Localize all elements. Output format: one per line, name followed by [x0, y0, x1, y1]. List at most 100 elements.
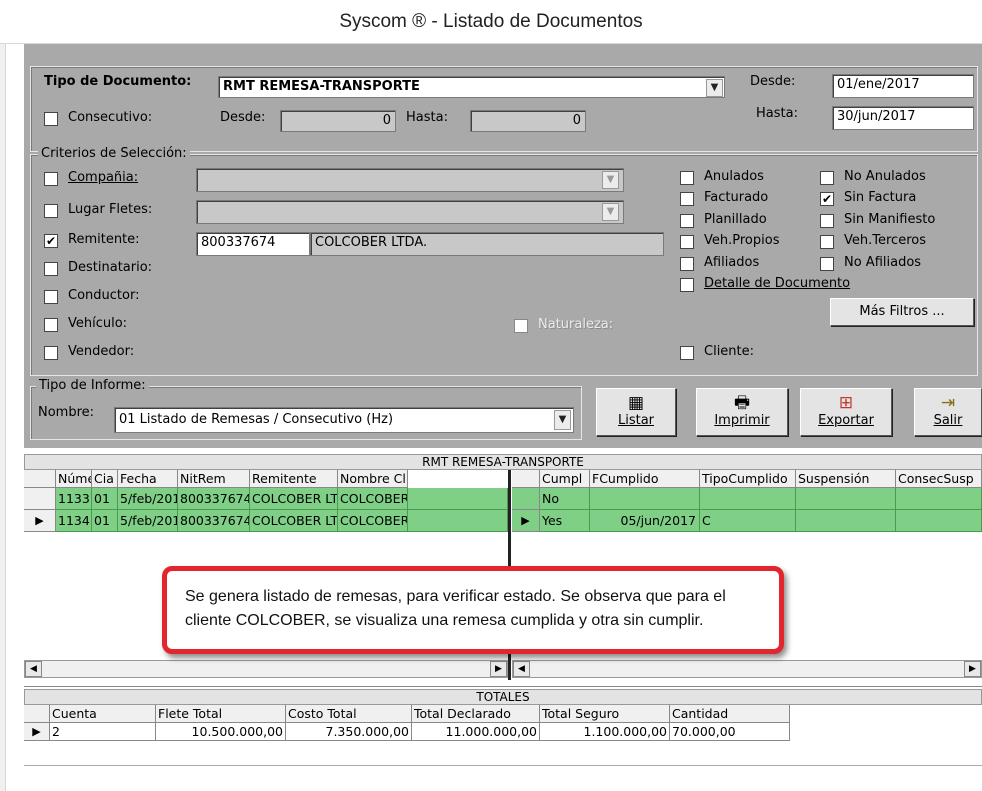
consecutive-from-input[interactable]: 0 — [280, 110, 396, 132]
col-header-tipocumplido[interactable]: TipoCumplido — [700, 470, 796, 488]
table-cell[interactable] — [590, 488, 700, 510]
window-title: Syscom ® - Listado de Documentos — [0, 0, 982, 44]
planillado-checkbox[interactable] — [680, 214, 694, 228]
planillado-label: Planillado — [704, 212, 767, 227]
col-header-cia[interactable]: Cia — [92, 470, 118, 488]
col-header-suspension[interactable]: Suspensión — [796, 470, 896, 488]
report-name-dropdown-icon[interactable]: ▼ — [554, 410, 571, 430]
col-header-consecsusp[interactable]: ConsecSusp — [896, 470, 982, 488]
row-selector[interactable]: ▶ — [24, 510, 56, 532]
vendedor-checkbox[interactable] — [44, 346, 58, 360]
compania-checkbox[interactable] — [44, 172, 58, 186]
col-header-fcumplido[interactable]: FCumplido — [590, 470, 700, 488]
exportar-button[interactable]: ⊞ Exportar — [800, 388, 892, 436]
no-anulados-checkbox[interactable] — [820, 171, 834, 185]
conductor-checkbox[interactable] — [44, 290, 58, 304]
right-row-selector[interactable]: ▶ — [512, 510, 540, 532]
table-cell[interactable] — [700, 488, 796, 510]
totals-header-total-seguro[interactable]: Total Seguro — [540, 705, 670, 723]
table-cell[interactable]: 01 — [92, 510, 118, 532]
naturaleza-checkbox[interactable] — [514, 319, 528, 333]
totals-header-flete-total[interactable]: Flete Total — [156, 705, 286, 723]
facturado-checkbox[interactable] — [680, 192, 694, 206]
totals-cell-cuenta[interactable]: 2 — [50, 723, 156, 741]
totals-cell-total-seguro[interactable]: 1.100.000,00 — [540, 723, 670, 741]
imprimir-button[interactable]: 🖶 Imprimir — [696, 388, 788, 436]
totals-cell-total-declarado[interactable]: 11.000.000,00 — [412, 723, 540, 741]
totals-row-selector[interactable]: ▶ — [24, 723, 50, 741]
col-header-fecha[interactable]: Fecha — [118, 470, 178, 488]
detalle-documento-checkbox[interactable] — [680, 278, 694, 292]
col-header-cumplido[interactable]: Cumpl — [540, 470, 590, 488]
date-from-input[interactable]: 01/ene/2017 — [832, 74, 974, 98]
veh-terceros-checkbox[interactable] — [820, 235, 834, 249]
table-cell[interactable]: Yes — [540, 510, 590, 532]
table-cell[interactable] — [796, 510, 896, 532]
col-header-numero[interactable]: Númer — [56, 470, 92, 488]
consecutivo-checkbox[interactable] — [44, 112, 58, 126]
compania-dropdown-icon[interactable]: ▼ — [602, 171, 619, 189]
right-row-selector[interactable] — [512, 488, 540, 510]
table-cell[interactable]: 1133 — [56, 488, 92, 510]
consecutive-to-input[interactable]: 0 — [470, 110, 586, 132]
totals-cell-cantidad[interactable]: 70.000,00 — [670, 723, 790, 741]
table-cell[interactable]: COLCOBER I — [338, 510, 408, 532]
compania-select[interactable] — [196, 168, 624, 192]
more-filters-button[interactable]: Más Filtros ... — [830, 298, 974, 326]
listar-button[interactable]: ▦ Listar — [596, 388, 676, 436]
sin-factura-label: Sin Factura — [844, 190, 917, 205]
scroll-right-icon[interactable]: ▶ — [964, 661, 981, 677]
table-cell[interactable]: 800337674 — [178, 488, 250, 510]
table-cell[interactable] — [796, 488, 896, 510]
remitente-name-field: COLCOBER LTDA. — [310, 232, 664, 256]
table-cell[interactable]: 800337674 — [178, 510, 250, 532]
anulados-checkbox[interactable] — [680, 171, 694, 185]
afiliados-checkbox[interactable] — [680, 257, 694, 271]
date-to-input[interactable]: 30/jun/2017 — [832, 106, 974, 130]
row-selector[interactable] — [24, 488, 56, 510]
remitente-checkbox[interactable]: ✔ — [44, 234, 58, 248]
table-cell[interactable]: COLCOBER I — [338, 488, 408, 510]
sin-manifiesto-checkbox[interactable] — [820, 214, 834, 228]
table-cell[interactable]: COLCOBER LTD — [250, 488, 338, 510]
remitente-code-input[interactable]: 800337674 — [196, 232, 310, 256]
table-cell[interactable]: 01 — [92, 488, 118, 510]
report-name-select[interactable]: 01 Listado de Remesas / Consecutivo (Hz) — [114, 407, 574, 433]
totals-header-total-declarado[interactable]: Total Declarado — [412, 705, 540, 723]
table-cell[interactable]: C — [700, 510, 796, 532]
sin-factura-checkbox[interactable]: ✔ — [820, 192, 834, 206]
document-type-dropdown-icon[interactable]: ▼ — [706, 79, 723, 97]
destinatario-checkbox[interactable] — [44, 262, 58, 276]
totals-cell-flete-total[interactable]: 10.500.000,00 — [156, 723, 286, 741]
col-header-nitrem[interactable]: NitRem — [178, 470, 250, 488]
right-pane-scrollbar[interactable] — [512, 660, 982, 678]
table-cell[interactable]: No — [540, 488, 590, 510]
table-cell[interactable] — [896, 488, 982, 510]
scroll-left-icon[interactable]: ◀ — [25, 661, 42, 677]
salir-button[interactable]: ⇥ Salir — [914, 388, 982, 436]
left-pane-scrollbar[interactable] — [24, 660, 508, 678]
table-cell[interactable]: 1134 — [56, 510, 92, 532]
col-header-nombre-cliente[interactable]: Nombre Clie — [338, 470, 408, 488]
totals-header-cuenta[interactable]: Cuenta — [50, 705, 156, 723]
lugar-fletes-select[interactable] — [196, 200, 624, 224]
grid-icon: ▦ — [627, 393, 645, 413]
table-cell[interactable]: 5/feb/2017 — [118, 510, 178, 532]
table-cell[interactable]: 5/feb/2017 — [118, 488, 178, 510]
no-afiliados-checkbox[interactable] — [820, 257, 834, 271]
vehiculo-checkbox[interactable] — [44, 318, 58, 332]
document-type-select[interactable]: RMT REMESA-TRANSPORTE — [218, 76, 725, 98]
veh-propios-checkbox[interactable] — [680, 235, 694, 249]
totals-header-cantidad[interactable]: Cantidad — [670, 705, 790, 723]
col-header-remitente[interactable]: Remitente — [250, 470, 338, 488]
lugar-fletes-dropdown-icon[interactable]: ▼ — [602, 203, 619, 221]
table-cell[interactable]: 05/jun/2017 — [590, 510, 700, 532]
table-cell[interactable]: COLCOBER LTD — [250, 510, 338, 532]
cliente-checkbox[interactable] — [680, 346, 694, 360]
totals-header-costo-total[interactable]: Costo Total — [286, 705, 412, 723]
totals-cell-costo-total[interactable]: 7.350.000,00 — [286, 723, 412, 741]
table-cell[interactable] — [896, 510, 982, 532]
scroll-right-icon[interactable]: ▶ — [490, 661, 507, 677]
lugar-fletes-checkbox[interactable] — [44, 204, 58, 218]
scroll-left-icon[interactable]: ◀ — [513, 661, 530, 677]
